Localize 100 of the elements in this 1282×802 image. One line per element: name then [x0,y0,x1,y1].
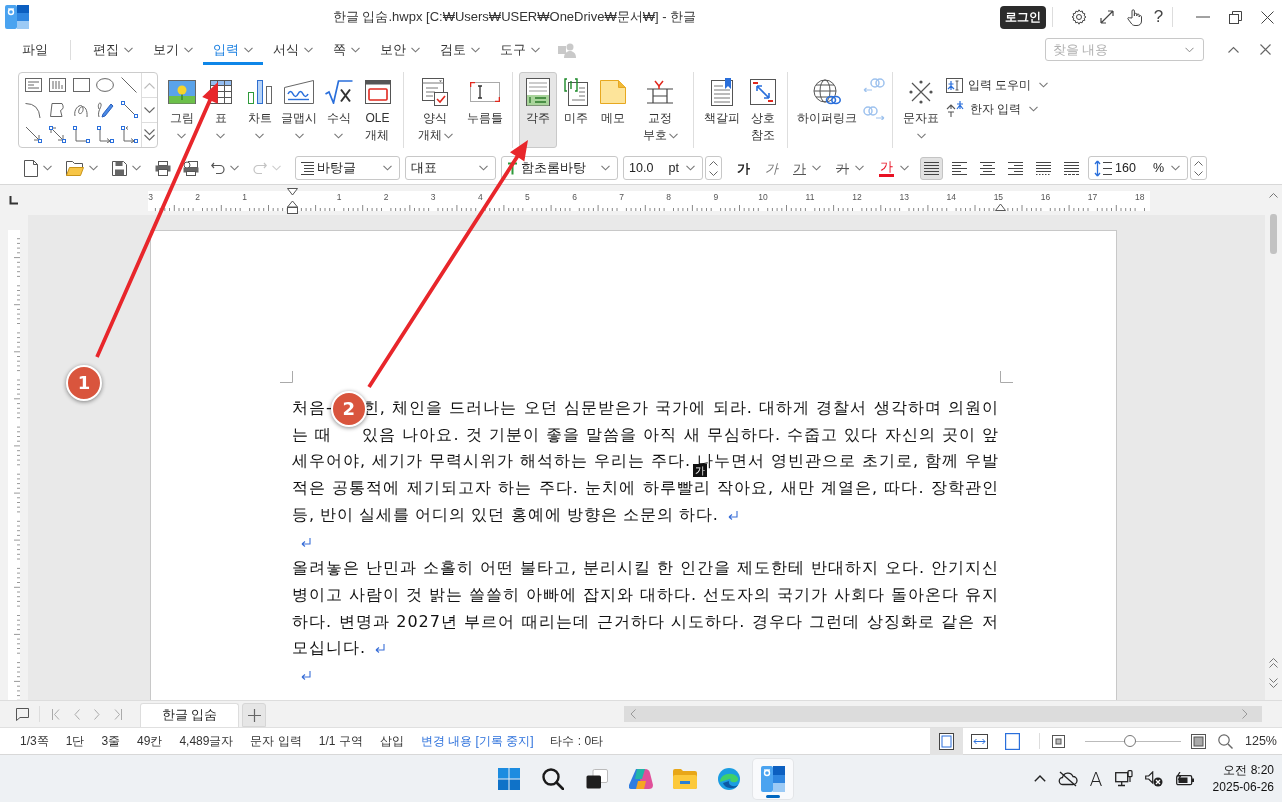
line-icon[interactable] [121,77,137,94]
double-arrow-line-icon[interactable] [48,126,66,143]
scroll-thumb[interactable] [1270,214,1277,254]
caret-icon[interactable] [177,133,186,139]
line-spacing-field[interactable]: 160 % [1088,156,1188,180]
caret-icon[interactable] [294,133,304,139]
rectangle-icon[interactable] [72,78,90,93]
caret-icon[interactable] [812,165,821,171]
caret-icon[interactable] [383,165,392,171]
caret-icon[interactable] [411,46,420,53]
caret-icon[interactable] [668,132,678,139]
battery-charging-icon[interactable] [1174,771,1195,786]
view-mode-button[interactable] [930,727,963,755]
zoom-percent[interactable]: 125% [1245,734,1277,748]
settings-icon[interactable] [1071,9,1087,25]
menu-item[interactable]: 검토 [430,34,490,65]
caret-icon[interactable] [304,46,313,53]
printer-icon[interactable] [155,160,171,176]
zoom-icon[interactable] [1218,733,1233,749]
caret-icon[interactable] [124,46,133,53]
hand-pointer-icon[interactable] [1127,8,1142,26]
ribbon-button[interactable]: OLE 개체 [358,72,397,148]
page-up-icon[interactable] [1269,658,1278,668]
chevron-up-icon[interactable] [1033,775,1046,782]
menu-item[interactable]: 보기 [143,34,203,65]
size-spinner[interactable] [705,156,722,180]
indent-marker-icon[interactable] [286,188,298,214]
find-field[interactable]: 찾을 내용 [1045,38,1204,61]
caret-icon[interactable] [244,46,253,53]
login-button[interactable]: 로그인 [1000,5,1046,29]
ribbon-small-button[interactable]: 한자 입력 [946,100,1049,118]
restore-icon[interactable] [1229,10,1242,24]
ellipse-icon[interactable] [96,78,114,93]
scroll-down-icon[interactable] [144,106,156,114]
caret-icon[interactable] [479,165,488,171]
caret-icon[interactable] [601,165,610,171]
caret-icon[interactable] [184,46,193,53]
ribbon-button[interactable]: 하이퍼링크 [791,72,863,148]
caret-icon[interactable] [1171,165,1180,171]
polygon-icon[interactable] [48,101,66,118]
caret-icon[interactable] [900,165,909,171]
caret-icon[interactable] [255,133,264,139]
caret-icon[interactable] [89,165,98,171]
tab-stop-icon[interactable] [8,195,18,205]
align-button[interactable] [920,156,943,180]
font-dropdown[interactable]: 함초롬바탕 [501,156,618,180]
network-icon[interactable] [1114,769,1133,788]
connector-line-icon[interactable] [120,101,138,119]
fit-page-icon[interactable] [1191,733,1206,749]
elbow-connector-icon[interactable] [72,126,90,143]
new-document-icon[interactable] [24,159,38,177]
menu-item[interactable]: 서식 [263,34,323,65]
folder-icon[interactable] [66,160,84,176]
ribbon-button[interactable]: 상호 참조 [744,72,782,148]
cloud-off-icon[interactable] [1057,770,1078,787]
ribbon-small-button[interactable]: 입력 도우미 [946,76,1049,94]
ribbon-button[interactable]: 각주 [519,72,557,148]
text-box-icon[interactable] [24,78,42,93]
volume-muted-icon[interactable] [1144,770,1163,787]
ribbon-button[interactable]: 책갈피 [700,72,744,148]
ribbon-button[interactable]: 교정 부호 [631,72,689,148]
strikethrough-button[interactable]: 가 [836,156,864,180]
menu-item[interactable]: 파일 [12,34,58,65]
undo-icon[interactable] [211,162,225,174]
page-down-icon[interactable] [1269,678,1278,688]
vertical-text-box-icon[interactable] [48,78,66,93]
arc-icon[interactable] [25,101,41,118]
collapse-icon[interactable] [1228,46,1239,53]
ribbon-button[interactable]: 메모 [595,72,631,148]
scroll-up-icon[interactable] [1269,193,1278,198]
menu-item[interactable]: 입력 [203,34,263,65]
document-tab[interactable]: 한글 입숨 [140,703,239,727]
close-icon[interactable] [1260,44,1271,55]
status-link[interactable]: 변경 내용 [기록 중지] [420,732,534,750]
slider-thumb[interactable] [1124,735,1137,747]
elbow-double-arrow-connector-icon[interactable] [120,126,138,143]
bold-button[interactable]: 가 [737,156,750,180]
spin-down-icon[interactable] [709,170,718,176]
caret-icon[interactable] [686,165,695,171]
caret-icon[interactable] [351,46,360,53]
line-spacing-spinner[interactable] [1190,156,1207,180]
caret-icon[interactable] [216,133,225,139]
expand-gallery-icon[interactable] [144,129,156,141]
print-preview-icon[interactable] [183,160,199,176]
caret-icon[interactable] [916,133,926,139]
caret-icon[interactable] [1039,82,1049,88]
caret-icon[interactable] [531,46,540,53]
vertical-scrollbar[interactable] [1265,185,1282,700]
spin-down-icon[interactable] [1194,170,1203,176]
spin-up-icon[interactable] [1194,160,1203,166]
italic-button[interactable]: 가 [765,156,778,180]
expand-icon[interactable] [1100,10,1114,24]
font-size-field[interactable]: 10.0 pt [623,156,703,180]
caret-icon[interactable] [230,165,239,171]
elbow-arrow-connector-icon[interactable] [96,126,114,143]
ribbon-button[interactable]: 문자표 [896,72,946,148]
ribbon-button[interactable]: 차트 [240,72,279,148]
caret-icon[interactable] [855,165,864,171]
caret-icon[interactable] [334,133,343,139]
spin-up-icon[interactable] [709,160,718,166]
